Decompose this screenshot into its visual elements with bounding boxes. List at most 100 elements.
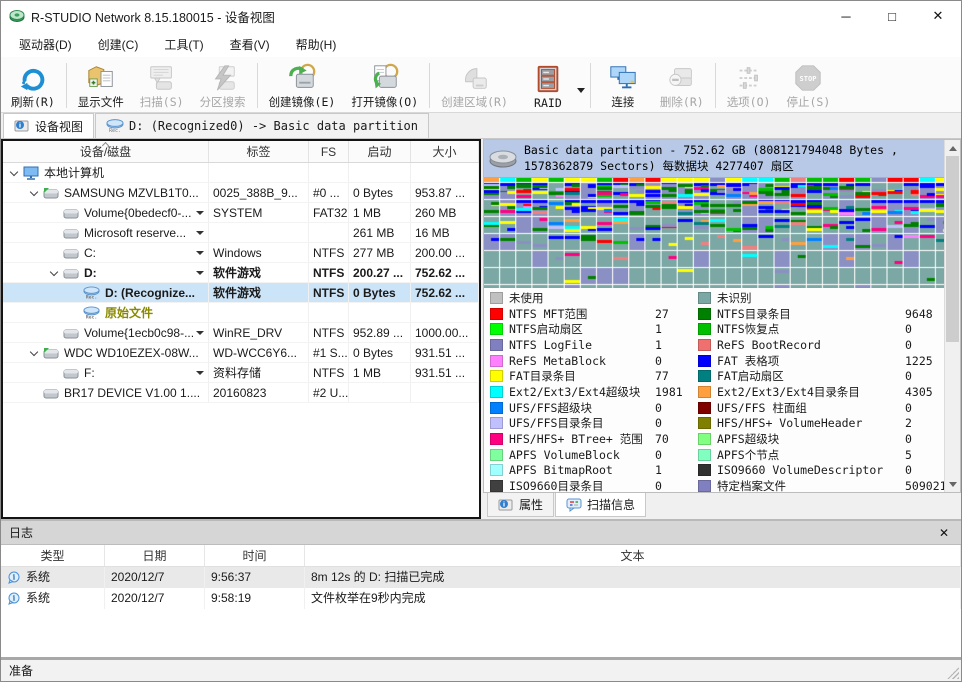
legend-item: NTFS启动扇区1	[490, 321, 698, 337]
legend-swatch	[698, 449, 711, 461]
create-region-button[interactable]: 创建区域(R)	[433, 59, 516, 112]
options-button[interactable]: 选项(O)	[719, 59, 779, 112]
table-row-volume-system[interactable]: Volume{0bedecf0-... SYSTEMFAT321 MB260 M…	[3, 203, 479, 223]
device-name: 原始文件	[105, 303, 153, 322]
legend-swatch	[698, 433, 711, 445]
column-label: 大小	[432, 143, 456, 160]
expander-icon[interactable]	[25, 191, 43, 195]
toolbar-button-label: 刷新(R)	[11, 94, 55, 110]
dropdown-icon[interactable]	[196, 331, 204, 335]
close-button[interactable]: ✕	[915, 1, 961, 31]
expander-icon[interactable]	[5, 171, 23, 175]
menu-help[interactable]: 帮助(H)	[284, 33, 349, 56]
scrollbar-thumb[interactable]	[946, 156, 959, 342]
menu-tools[interactable]: 工具(T)	[152, 33, 215, 56]
legend-item: 特定档案文件509021	[698, 478, 944, 492]
column-header-size[interactable]: 大小	[411, 141, 479, 162]
legend-item: UFS/FFS 柱面组0	[698, 400, 944, 416]
table-row-drive-c[interactable]: C: WindowsNTFS277 MB200.00 ...	[3, 243, 479, 263]
scroll-up-icon[interactable]	[945, 140, 960, 156]
device-name: Volume{0bedecf0-...	[84, 203, 191, 222]
table-row-raw-files[interactable]: Rec.原始文件	[3, 303, 479, 323]
table-row-drive-f[interactable]: F: 资料存储NTFS1 MB931.51 ...	[3, 363, 479, 383]
legend-swatch	[698, 308, 711, 320]
legend-item: 未识别	[698, 290, 944, 306]
device-tree-panel: 设备/磁盘 标签 FS 启动 大小 本地计算机 SAMSUNG MZVLB1T0…	[1, 139, 481, 519]
disk-icon	[43, 387, 59, 399]
device-name: SAMSUNG MZVLB1T0...	[64, 183, 199, 202]
dropdown-icon[interactable]	[196, 251, 204, 255]
menu-view[interactable]: 查看(V)	[218, 33, 282, 56]
legend-swatch	[698, 464, 711, 476]
table-row-microsoft-reserved[interactable]: Microsoft reserve... 261 MB16 MB	[3, 223, 479, 243]
toolbar-button-label: 创建镜像(E)	[269, 94, 336, 110]
column-header-fs[interactable]: FS	[309, 141, 349, 162]
svg-text:STOP: STOP	[800, 73, 817, 82]
tab-device-view[interactable]: i 设备视图	[3, 113, 94, 138]
expander-icon[interactable]	[25, 351, 43, 355]
stop-button[interactable]: STOP 停止(S)	[778, 59, 838, 112]
maximize-button[interactable]: □	[869, 1, 915, 31]
column-header-start[interactable]: 启动	[349, 141, 411, 162]
log-type: 系统	[26, 588, 50, 609]
partition-search-button[interactable]: 分区搜索	[192, 59, 254, 112]
menu-drive[interactable]: 驱动器(D)	[7, 33, 84, 56]
device-name: BR17 DEVICE V1.00 1....	[64, 383, 200, 402]
log-column-text[interactable]: 文本	[305, 545, 961, 566]
delete-button[interactable]: 删除(R)	[652, 59, 712, 112]
column-header-label[interactable]: 标签	[209, 141, 309, 162]
dropdown-icon[interactable]	[196, 271, 204, 275]
tab-scan-information[interactable]: 扫描信息	[555, 493, 646, 517]
resize-grip[interactable]	[947, 667, 959, 679]
raid-button[interactable]: RAID	[516, 59, 587, 112]
table-row-br17-device[interactable]: BR17 DEVICE V1.00 1.... 20160823#2 U...	[3, 383, 479, 403]
volume-icon	[63, 327, 79, 339]
vertical-scrollbar[interactable]	[944, 140, 960, 492]
toolbar: 刷新(R) 显示文件 扫描(S) 分区搜索 创建镜像(E)	[1, 57, 961, 113]
menu-bar: 驱动器(D) 创建(C) 工具(T) 查看(V) 帮助(H)	[1, 31, 961, 57]
toolbar-button-label: 删除(R)	[660, 94, 704, 110]
legend-item: FAT目录条目77	[490, 368, 698, 384]
toolbar-separator	[590, 63, 591, 108]
connect-button[interactable]: 连接	[594, 59, 652, 112]
legend-item: FAT 表格项1225	[698, 353, 944, 369]
log-column-type[interactable]: 类型	[1, 545, 105, 566]
table-row-local-computer[interactable]: 本地计算机	[3, 163, 479, 183]
legend-item: APFS个节点5	[698, 447, 944, 463]
raid-dropdown-icon[interactable]	[577, 88, 585, 93]
refresh-button[interactable]: 刷新(R)	[3, 59, 63, 112]
log-row[interactable]: i系统 2020/12/7 9:56:37 8m 12s 的 D: 扫描已完成	[1, 567, 961, 588]
expander-icon[interactable]	[45, 271, 63, 275]
minimize-button[interactable]: ─	[823, 1, 869, 31]
legend-item: NTFS LogFile1	[490, 337, 698, 353]
menu-create[interactable]: 创建(C)	[86, 33, 151, 56]
scan-button[interactable]: 扫描(S)	[132, 59, 192, 112]
table-row-volume-winre[interactable]: Volume{1ecb0c98-... WinRE_DRVNTFS952.89 …	[3, 323, 479, 343]
log-row[interactable]: i系统 2020/12/7 9:58:19 文件枚举在9秒内完成	[1, 588, 961, 609]
column-label: 标签	[246, 143, 270, 160]
open-image-button[interactable]: 打开镜像(O)	[343, 59, 426, 112]
table-row-samsung-disk[interactable]: SAMSUNG MZVLB1T0... 0025_388B_9...#0 ...…	[3, 183, 479, 203]
show-files-button[interactable]: 显示文件	[70, 59, 132, 112]
log-column-date[interactable]: 日期	[105, 545, 205, 566]
info-bubble-icon: i	[7, 592, 21, 605]
table-row-drive-d[interactable]: D: 软件游戏NTFS200.27 ...752.62 ...	[3, 263, 479, 283]
table-row-wdc-disk[interactable]: WDC WD10EZEX-08W... WD-WCC6Y6...#1 S...0…	[3, 343, 479, 363]
legend-swatch	[490, 449, 503, 461]
table-row-recognized-d[interactable]: Rec.D: (Recognize... 软件游戏NTFS0 Bytes752.…	[3, 283, 479, 303]
toolbar-button-label: RAID	[534, 96, 562, 110]
dropdown-icon[interactable]	[196, 231, 204, 235]
tab-recognized-partition[interactable]: Rec. D: (Recognized0) -> Basic data part…	[95, 113, 429, 138]
scrollbar-track[interactable]	[945, 156, 960, 476]
column-header-device[interactable]: 设备/磁盘	[3, 141, 209, 162]
scroll-down-icon[interactable]	[945, 476, 960, 492]
create-image-button[interactable]: 创建镜像(E)	[261, 59, 344, 112]
tab-properties[interactable]: i 属性	[487, 493, 554, 517]
partition-tab-bar: i 属性 扫描信息	[483, 493, 961, 519]
dropdown-icon[interactable]	[196, 211, 204, 215]
log-close-icon[interactable]: ✕	[935, 526, 953, 540]
dropdown-icon[interactable]	[196, 371, 204, 375]
scan-block-map[interactable]	[484, 178, 944, 288]
disk-3d-icon	[488, 146, 518, 168]
log-column-time[interactable]: 时间	[205, 545, 305, 566]
